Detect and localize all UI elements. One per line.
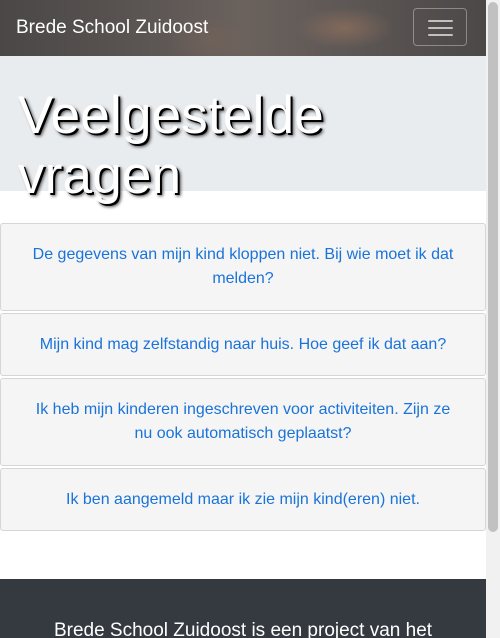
footer-text: Brede School Zuidoost is een project van…: [53, 620, 433, 638]
scrollbar-thumb[interactable]: [488, 2, 498, 532]
navbar: Brede School Zuidoost: [0, 0, 486, 56]
navbar-toggle-button[interactable]: [413, 8, 467, 46]
page: Brede School Zuidoost Veelgestelde vrage…: [0, 0, 486, 638]
footer: Brede School Zuidoost is een project van…: [0, 579, 486, 638]
faq-item[interactable]: Ik heb mijn kinderen ingeschreven voor a…: [0, 378, 486, 466]
faq-question[interactable]: Ik ben aangemeld maar ik zie mijn kind(e…: [66, 488, 420, 512]
faq-item[interactable]: Mijn kind mag zelfstandig naar huis. Hoe…: [0, 313, 486, 376]
vertical-scrollbar[interactable]: [486, 0, 500, 638]
hamburger-menu-icon-bar: [428, 27, 453, 29]
faq-question[interactable]: Mijn kind mag zelfstandig naar huis. Hoe…: [40, 333, 446, 357]
faq-accordion: De gegevens van mijn kind kloppen niet. …: [0, 223, 486, 533]
brand-link[interactable]: Brede School Zuidoost: [16, 16, 208, 40]
faq-item[interactable]: Ik ben aangemeld maar ik zie mijn kind(e…: [0, 468, 486, 531]
hamburger-menu-icon: [428, 20, 453, 22]
hamburger-menu-icon-bar: [428, 34, 453, 36]
faq-item[interactable]: De gegevens van mijn kind kloppen niet. …: [0, 223, 486, 311]
faq-question[interactable]: De gegevens van mijn kind kloppen niet. …: [31, 243, 455, 291]
page-title: Veelgestelde vragen: [18, 86, 324, 205]
faq-question[interactable]: Ik heb mijn kinderen ingeschreven voor a…: [31, 398, 455, 446]
